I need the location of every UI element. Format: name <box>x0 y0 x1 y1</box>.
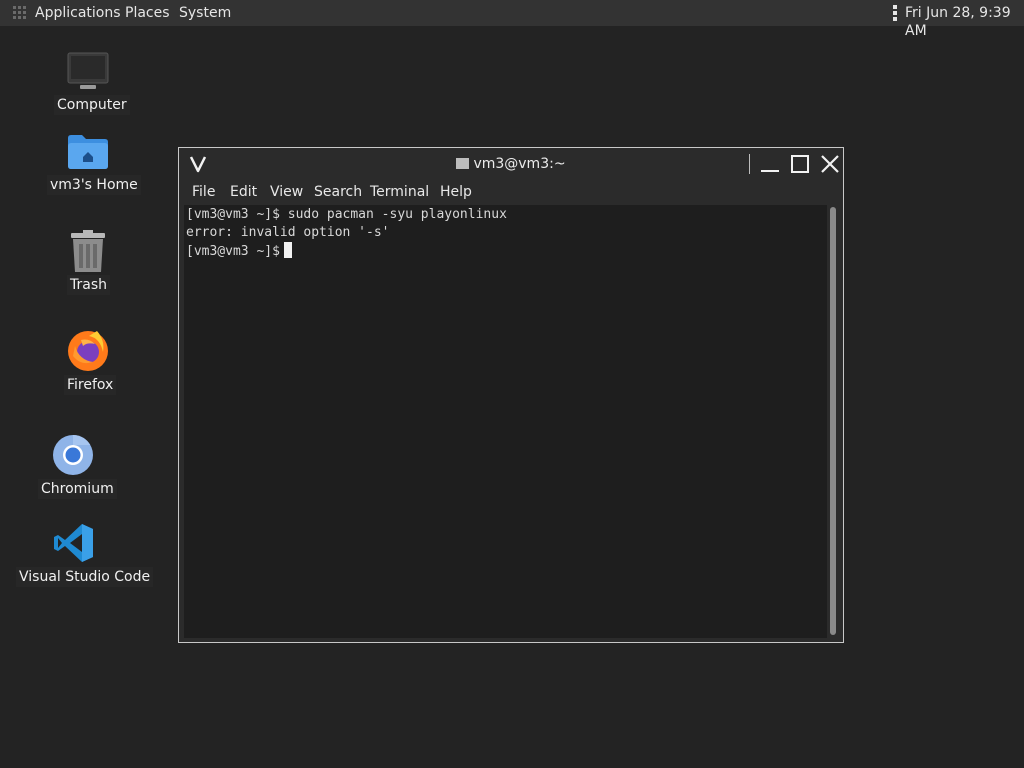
close-button[interactable] <box>820 154 840 174</box>
menu-file[interactable]: File <box>192 184 215 200</box>
chromium-icon <box>53 435 93 475</box>
vscode-icon <box>54 524 93 562</box>
terminal-prompt: [vm3@vm3 ~]$ <box>186 244 280 259</box>
applications-menu[interactable]: Applications <box>35 4 121 22</box>
desktop-icon-label: vm3's Home <box>47 175 141 195</box>
menu-edit[interactable]: Edit <box>230 184 257 200</box>
places-menu[interactable]: Places <box>125 4 170 22</box>
desktop-icon-vscode[interactable]: Visual Studio Code <box>16 520 154 590</box>
desktop-icon-home[interactable]: vm3's Home <box>46 128 141 198</box>
clock[interactable]: Fri Jun 28, 9:39 AM <box>905 4 1024 40</box>
scrollbar-thumb[interactable] <box>830 207 836 635</box>
minimize-button[interactable] <box>760 156 780 174</box>
terminal-window[interactable]: vm3@vm3:~ File Edit View Search Terminal… <box>178 147 844 643</box>
text-cursor <box>283 242 292 258</box>
menu-help[interactable]: Help <box>440 184 472 200</box>
desktop-icon-label: Firefox <box>64 375 117 395</box>
kebab-menu-icon[interactable] <box>892 4 898 22</box>
desktop-icon-label: Visual Studio Code <box>16 567 154 587</box>
desktop-icon-label: Chromium <box>38 479 117 499</box>
desktop-icon-computer[interactable]: Computer <box>50 48 130 118</box>
scrollbar[interactable] <box>829 206 837 636</box>
desktop-icon-label: Trash <box>67 275 110 295</box>
desktop-icon-chromium[interactable]: Chromium <box>36 432 117 502</box>
desktop-icon-label: Computer <box>54 95 130 115</box>
menu-search[interactable]: Search <box>314 184 362 200</box>
menu-terminal[interactable]: Terminal <box>370 184 429 200</box>
terminal-line: error: invalid option '-s' <box>186 225 390 240</box>
menu-bar: File Edit View Search Terminal Help <box>179 182 843 202</box>
window-title-wrap: vm3@vm3:~ <box>179 156 843 172</box>
title-bar[interactable]: vm3@vm3:~ <box>179 148 843 180</box>
apps-grid-icon[interactable] <box>13 6 27 20</box>
titlebar-divider <box>749 154 750 174</box>
trash-icon <box>71 230 105 272</box>
terminal-line: [vm3@vm3 ~]$ sudo pacman -syu playonlinu… <box>186 207 507 222</box>
terminal-prompt-line: [vm3@vm3 ~]$ <box>186 242 292 261</box>
terminal-icon <box>456 158 470 169</box>
terminal-output[interactable]: [vm3@vm3 ~]$ sudo pacman -syu playonlinu… <box>184 205 827 638</box>
computer-icon <box>67 52 109 89</box>
home-folder-icon <box>68 135 108 169</box>
maximize-button[interactable] <box>790 154 810 174</box>
window-title: vm3@vm3:~ <box>473 156 566 172</box>
menu-view[interactable]: View <box>270 184 303 200</box>
desktop-icon-trash[interactable]: Trash <box>50 228 126 298</box>
desktop-icon-firefox[interactable]: Firefox <box>50 328 126 398</box>
system-menu[interactable]: System <box>179 4 231 22</box>
top-panel: Applications Places System Fri Jun 28, 9… <box>0 0 1024 39</box>
firefox-icon <box>68 331 108 371</box>
